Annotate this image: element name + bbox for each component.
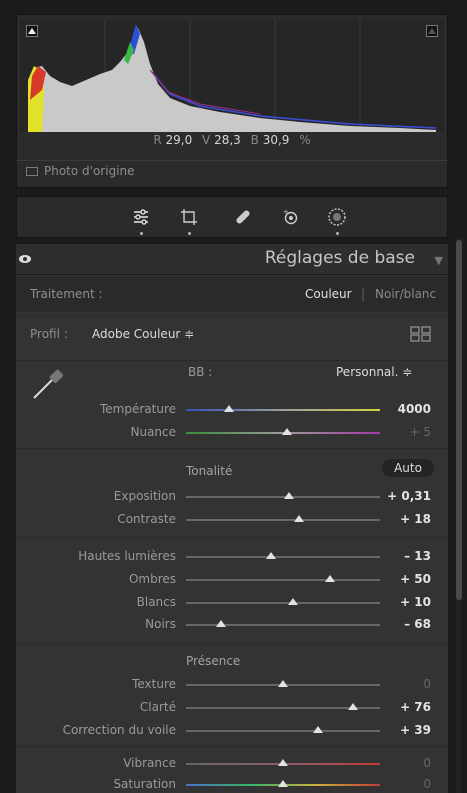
tint-value[interactable]: + 5 xyxy=(371,425,431,439)
contrast-label: Contraste xyxy=(117,512,176,526)
basic-panel-body xyxy=(16,275,448,793)
texture-label: Texture xyxy=(132,677,176,691)
original-photo-toggle[interactable]: Photo d'origine xyxy=(26,164,135,178)
divider xyxy=(16,316,448,317)
whites-label: Blancs xyxy=(136,595,176,609)
clarity-thumb[interactable] xyxy=(347,703,358,710)
healing-icon[interactable] xyxy=(223,197,263,237)
exposure-value[interactable]: + 0,31 xyxy=(371,489,431,503)
histogram-curve xyxy=(28,20,437,132)
r-label: R xyxy=(153,133,162,147)
treatment-label: Traitement : xyxy=(30,287,103,301)
tint-thumb[interactable] xyxy=(281,428,292,435)
divider xyxy=(16,537,448,538)
tool-strip: + xyxy=(16,196,448,238)
scrollbar-thumb[interactable] xyxy=(456,240,462,600)
svg-text:+: + xyxy=(283,208,289,216)
auto-button[interactable]: Auto xyxy=(382,459,434,477)
dehaze-label: Correction du voile xyxy=(62,723,176,737)
divider xyxy=(16,643,448,644)
treatment-bw-option[interactable]: Noir/blanc xyxy=(375,287,436,301)
texture-thumb[interactable] xyxy=(278,680,288,687)
rgb-readout: R 29,0 V 28,3 B 30,9 % xyxy=(20,133,444,147)
original-photo-checkbox[interactable] xyxy=(26,166,38,176)
shadows-thumb[interactable] xyxy=(324,575,335,582)
whites-thumb[interactable] xyxy=(287,598,298,605)
wb-label: BB : xyxy=(188,365,213,379)
exposure-thumb[interactable] xyxy=(283,492,294,499)
treatment-color-option[interactable]: Couleur xyxy=(305,287,352,301)
shadows-label: Ombres xyxy=(128,572,176,586)
eyedropper-icon[interactable] xyxy=(30,364,68,402)
v-value: 28,3 xyxy=(214,133,241,147)
whites-slider[interactable] xyxy=(186,602,380,604)
divider xyxy=(16,448,448,449)
highlights-value[interactable]: – 13 xyxy=(371,549,431,563)
profile-browser-icon[interactable] xyxy=(410,326,432,342)
temperature-value[interactable]: 4000 xyxy=(371,402,431,416)
divider xyxy=(16,360,448,361)
saturation-thumb[interactable] xyxy=(278,780,288,787)
saturation-value[interactable]: 0 xyxy=(371,777,431,791)
contrast-value[interactable]: + 18 xyxy=(371,512,431,526)
collapse-icon[interactable]: ▼ xyxy=(435,254,443,267)
crop-icon[interactable] xyxy=(169,197,209,237)
profile-dropdown[interactable]: Adobe Couleur ≑ xyxy=(92,327,194,341)
original-photo-label: Photo d'origine xyxy=(44,164,135,178)
percent-unit: % xyxy=(299,133,311,147)
dehaze-thumb[interactable] xyxy=(312,726,323,733)
exposure-label: Exposition xyxy=(113,489,176,503)
eye-icon[interactable] xyxy=(18,252,32,266)
highlights-thumb[interactable] xyxy=(266,552,277,559)
temperature-slider[interactable] xyxy=(186,409,380,411)
histogram-graph[interactable] xyxy=(20,20,444,132)
vibrance-value[interactable]: 0 xyxy=(371,756,431,770)
treatment-separator: | xyxy=(361,287,366,301)
divider xyxy=(16,746,448,747)
profile-label: Profil : xyxy=(30,327,68,341)
blacks-label: Noirs xyxy=(145,617,176,631)
clarity-value[interactable]: + 76 xyxy=(371,700,431,714)
v-label: V xyxy=(202,133,211,147)
b-value: 30,9 xyxy=(262,133,290,147)
shadows-slider[interactable] xyxy=(186,579,380,581)
divider xyxy=(16,160,448,161)
presence-section-title: Présence xyxy=(186,654,241,668)
contrast-thumb[interactable] xyxy=(293,515,304,522)
clarity-label: Clarté xyxy=(139,700,176,714)
panel-title[interactable]: Réglages de base xyxy=(265,248,415,268)
temperature-label: Température xyxy=(99,402,176,416)
dehaze-slider[interactable] xyxy=(186,730,380,732)
r-value: 29,0 xyxy=(165,133,193,147)
highlights-label: Hautes lumières xyxy=(78,549,176,563)
contrast-slider[interactable] xyxy=(186,519,380,521)
blacks-value[interactable]: – 68 xyxy=(371,617,431,631)
wb-dropdown[interactable]: Personnal. ≑ xyxy=(336,365,412,379)
blacks-thumb[interactable] xyxy=(215,620,226,627)
edit-sliders-icon[interactable] xyxy=(121,197,161,237)
b-label: B xyxy=(250,133,259,147)
tint-label: Nuance xyxy=(130,425,176,439)
saturation-label: Saturation xyxy=(113,777,176,791)
texture-value[interactable]: 0 xyxy=(371,677,431,691)
vibrance-thumb[interactable] xyxy=(278,759,288,766)
dehaze-value[interactable]: + 39 xyxy=(371,723,431,737)
vibrance-label: Vibrance xyxy=(123,756,176,770)
redeye-icon[interactable]: + xyxy=(271,197,311,237)
whites-value[interactable]: + 10 xyxy=(371,595,431,609)
tone-section-title: Tonalité xyxy=(186,464,233,478)
temperature-thumb[interactable] xyxy=(223,405,234,412)
masking-icon[interactable] xyxy=(317,197,357,237)
highlights-slider[interactable] xyxy=(186,556,380,558)
shadows-value[interactable]: + 50 xyxy=(371,572,431,586)
